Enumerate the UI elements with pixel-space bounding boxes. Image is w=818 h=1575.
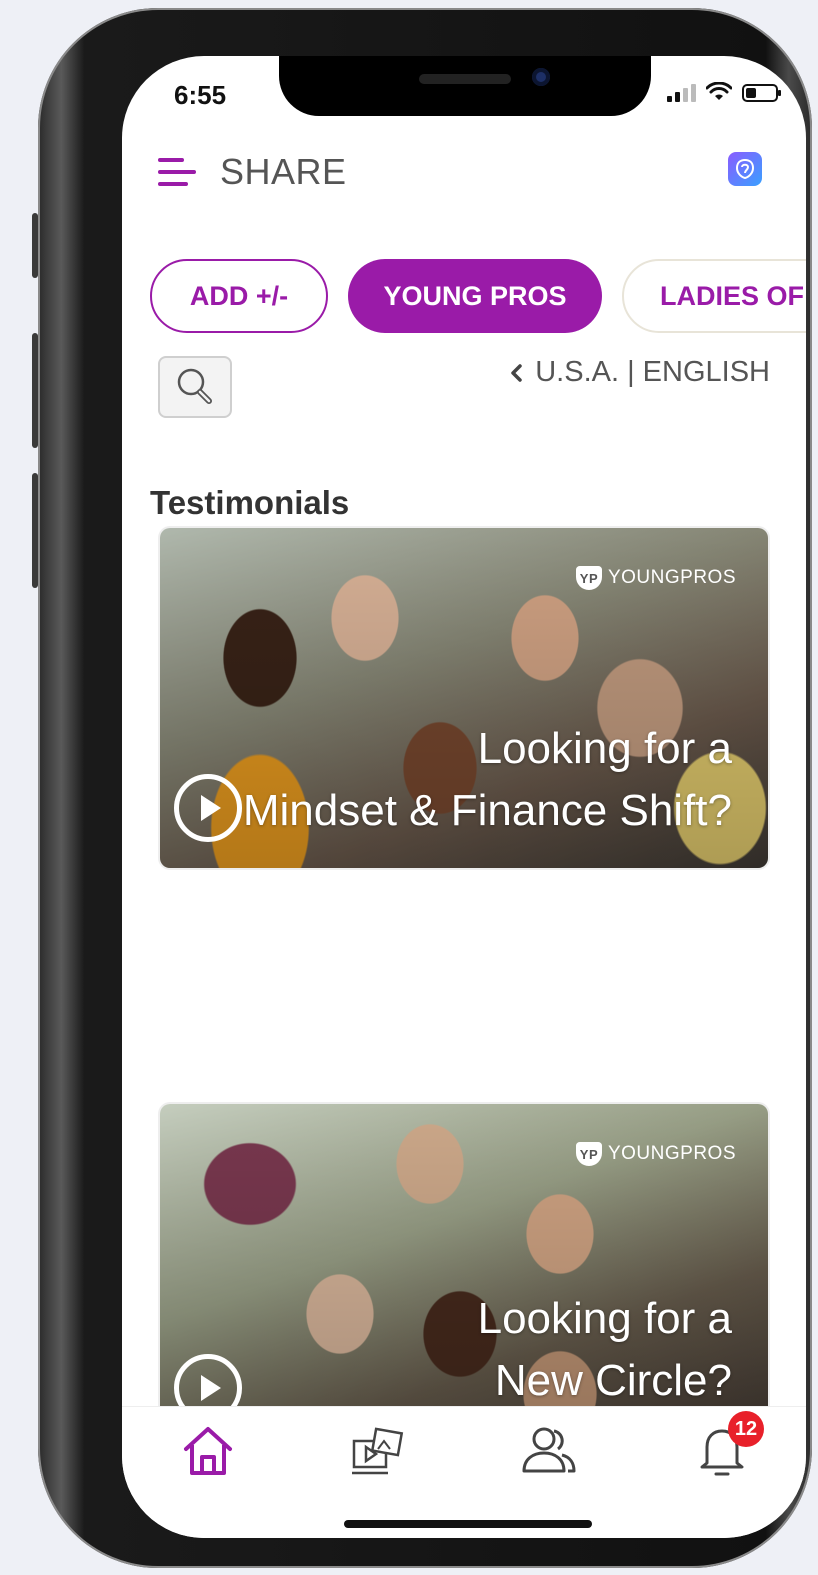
brand-name: YOUNGPROS	[607, 1143, 736, 1164]
status-icons	[667, 82, 781, 102]
mute-switch	[32, 213, 38, 278]
brand-badge: YP YOUNGPROS	[575, 566, 736, 590]
front-camera	[532, 68, 550, 86]
volume-down-button	[32, 473, 38, 588]
speaker	[419, 74, 511, 84]
people-icon	[522, 1427, 576, 1473]
youngpros-logo-icon: YP	[575, 1142, 602, 1166]
nav-media[interactable]	[348, 1421, 408, 1481]
app-screen: 6:55 SHARE ADD +/- YOUNG PROS LADIES OF …	[122, 56, 806, 1538]
chevron-left-icon	[511, 363, 522, 382]
tab-add[interactable]: ADD +/-	[150, 259, 328, 333]
nav-home[interactable]	[178, 1421, 238, 1481]
section-title: Testimonials	[150, 484, 350, 521]
nav-notifications[interactable]: 12	[692, 1411, 764, 1481]
bottom-nav: 12	[122, 1406, 806, 1538]
phone-frame: 6:55 SHARE ADD +/- YOUNG PROS LADIES OF …	[32, 8, 812, 1568]
brand-name: YOUNGPROS	[607, 567, 736, 588]
search-icon	[177, 368, 212, 404]
caption-line-1: Looking for a	[477, 724, 732, 773]
locale-label: U.S.A. | ENGLISH	[535, 356, 770, 388]
page-title: SHARE	[220, 151, 347, 192]
caption-line-2: Mindset & Finance Shift?	[242, 786, 732, 835]
locale-selector[interactable]: U.S.A. | ENGLISH	[509, 356, 770, 389]
home-indicator[interactable]	[344, 1520, 592, 1528]
video-card[interactable]: YP YOUNGPROS Looking for a New Circle?	[160, 1104, 768, 1434]
volume-up-button	[32, 333, 38, 448]
tab-ladies-of[interactable]: LADIES OF	[622, 259, 806, 333]
app-logo-icon[interactable]	[728, 152, 762, 186]
play-icon[interactable]	[174, 774, 242, 842]
video-caption: Looking for a Mindset & Finance Shift?	[243, 718, 732, 842]
nav-people[interactable]	[520, 1421, 580, 1481]
caption-line-1: Looking for a	[477, 1294, 732, 1343]
menu-icon[interactable]	[158, 156, 198, 188]
app-header: SHARE	[158, 148, 770, 196]
category-tabs: ADD +/- YOUNG PROS LADIES OF	[150, 259, 806, 337]
status-time: 6:55	[174, 80, 227, 110]
search-button[interactable]	[158, 356, 232, 418]
shield-logo-icon	[735, 158, 755, 180]
wifi-icon	[706, 82, 732, 100]
signal-icon	[667, 84, 696, 102]
notification-badge: 12	[728, 1411, 764, 1447]
video-caption: Looking for a New Circle?	[478, 1288, 732, 1412]
home-icon	[184, 1427, 232, 1475]
youngpros-logo-icon: YP	[575, 566, 602, 590]
battery-icon	[742, 84, 781, 102]
brand-badge: YP YOUNGPROS	[575, 1142, 736, 1166]
tab-young-pros[interactable]: YOUNG PROS	[348, 259, 602, 333]
caption-line-2: New Circle?	[494, 1356, 732, 1405]
notch	[279, 56, 651, 116]
video-card[interactable]: YP YOUNGPROS Looking for a Mindset & Fin…	[160, 528, 768, 868]
media-library-icon	[352, 1427, 404, 1475]
